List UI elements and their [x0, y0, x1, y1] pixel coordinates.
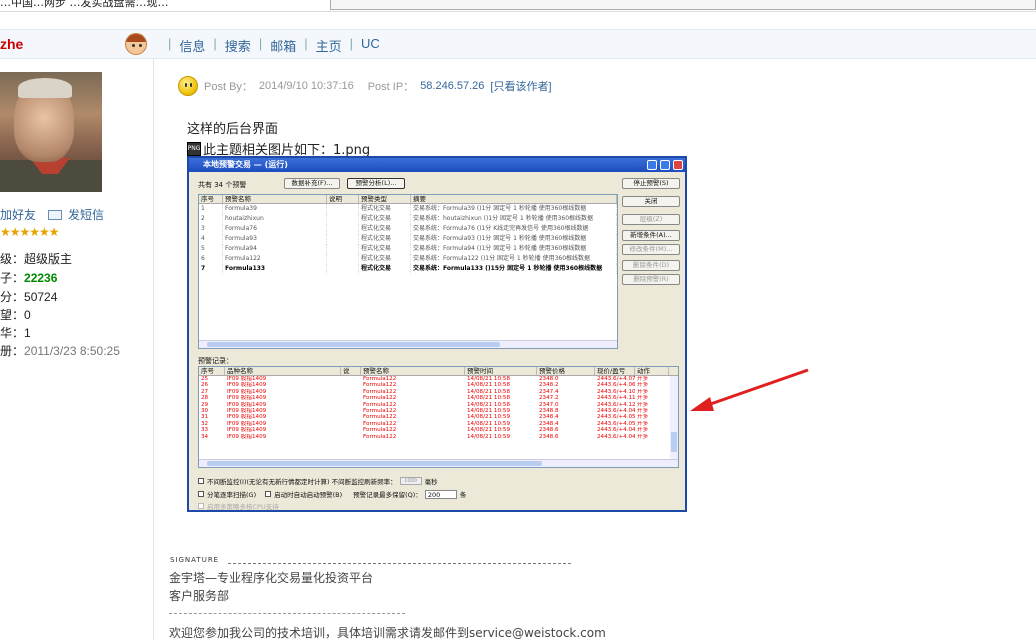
gender-face-icon	[125, 33, 147, 55]
signature-line-3: 欢迎您参加我公司的技术培训，具体培训需求请发邮件到service@weistoc…	[169, 626, 606, 640]
alert-row: 2 houtaizhixun 程式化交易 交易系统：houtaizhixun ()1分…	[199, 214, 617, 224]
option-multicore: 启用多策略多核CPU支持	[198, 501, 279, 511]
side-button: 层级(Z)	[622, 214, 680, 225]
alert-analyze-button: 预警分析(L)...	[347, 178, 405, 189]
minimize-icon	[647, 160, 657, 170]
send-message-link[interactable]: 发短信	[68, 206, 104, 223]
attached-screenshot[interactable]: 本地预警交易 — (运行) 共有 34 个预警 数据补充(F)... 预警分析(…	[187, 156, 687, 512]
scrollbar-horizontal	[199, 459, 678, 467]
option-tick: 分笔逐率扫描(G) 启动时自动启动预警(B) 预警记录最多保留(Q)： 200 条	[198, 489, 466, 499]
option-continuous: 不间断监控(I)(无论有无新行情都定时计算) 不间断监控刷新频率： 1000 毫秒	[198, 476, 438, 486]
stat-rank: 级：超级版主	[0, 252, 73, 266]
username[interactable]: zhe	[0, 36, 23, 52]
records-table: 序号 品种名称 说 预警名称 预警时间 预警价格 现价/盈亏 动作 25 IF09…	[198, 366, 679, 468]
stat-posts: 子：22236	[0, 271, 58, 285]
side-button: 删除预警(R)	[622, 274, 680, 285]
records-label: 预警记录：	[198, 357, 233, 365]
nav-mail[interactable]: 邮箱	[270, 36, 296, 55]
signature-divider	[228, 563, 571, 564]
stat-p4: 华：1	[0, 326, 31, 340]
signature-tag: SIGNATURE	[170, 556, 220, 564]
post-ip[interactable]: 58.246.57.26	[420, 80, 484, 92]
side-button: 关闭	[622, 196, 680, 207]
signature-line-2: 客户服务部	[169, 589, 230, 603]
side-button: 修改条件(M)...	[622, 244, 680, 255]
alert-row: 4 Formula93 程式化交易 交易系统：Formula93 ()1分 固定号 1…	[199, 234, 617, 244]
nav-home[interactable]: 主页	[316, 36, 342, 55]
stat-points: 分：50724	[0, 290, 58, 304]
alert-row: 1 Formula39 程式化交易 交易系统：Formula39 ()1分 固定号 1…	[199, 204, 617, 214]
post-text: 这样的后台界面	[187, 122, 279, 137]
scrollbar-vertical	[670, 376, 678, 462]
scrollbar	[199, 340, 617, 348]
alert-count: 共有 34 个预警	[198, 181, 247, 189]
rank-stars: ★★★★★★	[0, 225, 60, 239]
address-bar[interactable]	[330, 0, 1036, 10]
post-meta: Post By： 2014/9/10 10:37:16 Post IP： 58.24…	[178, 76, 552, 96]
png-file-icon: PNG	[187, 141, 201, 156]
data-fill-button: 数据补充(F)...	[284, 178, 340, 189]
nav-info[interactable]: 信息	[179, 36, 205, 55]
side-button: 停止预警(S)	[622, 178, 680, 189]
smiley-icon	[178, 76, 198, 96]
stat-registered: 册：2011/3/23 8:50:25	[0, 344, 120, 358]
mail-icon	[48, 209, 63, 220]
nav-uc[interactable]: UC	[361, 36, 380, 55]
browser-tab-strip: …中国…网步 …发实战盘需…现…	[0, 0, 1036, 12]
side-button: 新增条件(A)...	[622, 230, 680, 241]
user-actions: 加好友 发短信	[0, 206, 104, 223]
only-author-link[interactable]: [只看该作者]	[490, 78, 551, 94]
signature-divider-2	[169, 613, 405, 614]
side-button: 删除条件(D)	[622, 260, 680, 271]
signature-line-1: 金宇塔—专业程序化交易量化投资平台	[169, 571, 374, 585]
column-divider	[153, 59, 154, 640]
user-nav: | 信息 | 搜索 | 邮箱 | 主页 | UC	[168, 36, 380, 55]
alert-list: 序号 预警名称 说明 预警类型 摘要 1 Formula39 程式化交易 交易系统：F…	[198, 194, 618, 349]
alert-row: 5 Formula94 程式化交易 交易系统：Formula94 ()1分 固定号 1…	[199, 244, 617, 254]
close-icon	[673, 160, 683, 170]
record-row: 34 IF09 股指1409 Formula122 14/08/21 10:59 234…	[201, 433, 649, 440]
add-friend-link[interactable]: 加好友	[0, 206, 36, 223]
alert-row: 3 Formula76 程式化交易 交易系统：Formula76 ()1分 K线走完再…	[199, 224, 617, 234]
maximize-icon	[660, 160, 670, 170]
browser-tab-title[interactable]: …中国…网步 …发实战盘需…现…	[0, 0, 169, 10]
avatar[interactable]	[0, 72, 102, 192]
nav-search[interactable]: 搜索	[225, 36, 251, 55]
alert-row: 7 Formula133 程式化交易 交易系统：Formula133 ()15分 固定…	[199, 264, 617, 274]
red-arrow-icon	[690, 368, 809, 411]
post-time: 2014/9/10 10:37:16	[258, 80, 354, 92]
alert-row: 6 Formula122 程式化交易 交易系统：Formula122 ()1分 固定号…	[199, 254, 617, 264]
stat-p3: 望：0	[0, 308, 31, 322]
post-header-bar	[0, 29, 1036, 59]
shot-titlebar: 本地预警交易 — (运行)	[189, 158, 685, 172]
